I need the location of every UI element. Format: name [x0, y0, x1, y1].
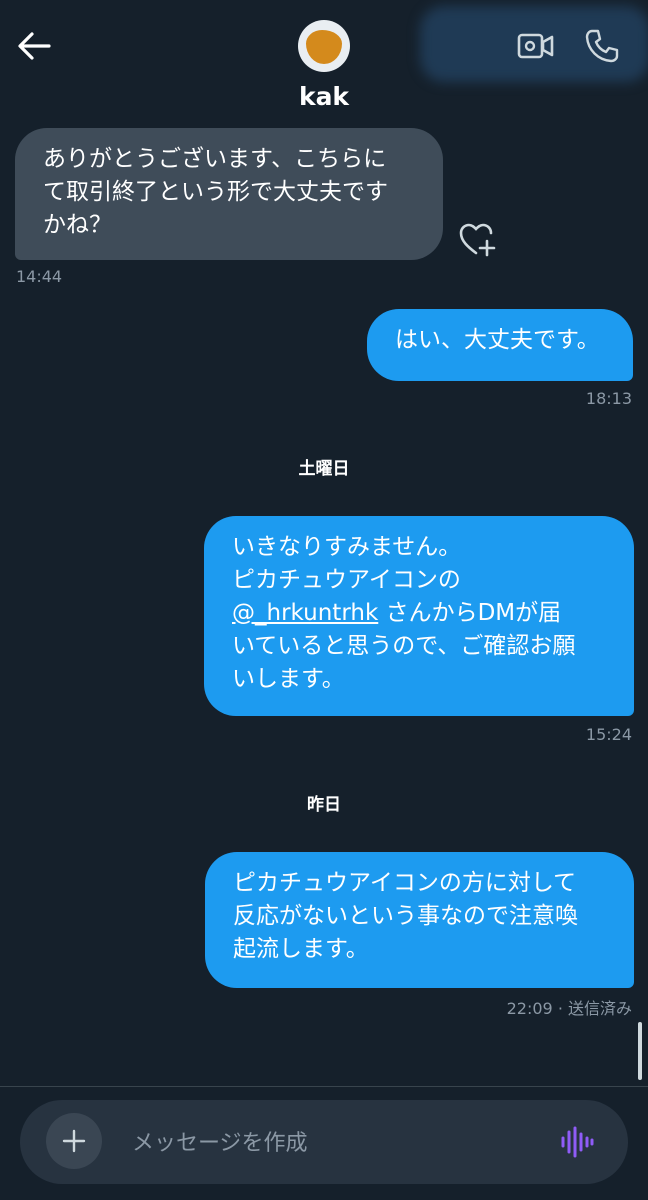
contact-name[interactable]: kak: [0, 82, 648, 111]
back-arrow-icon: [18, 32, 51, 60]
composer-divider: [0, 1086, 648, 1087]
video-call-button[interactable]: [514, 26, 558, 66]
day-separator: 昨日: [307, 795, 341, 815]
user-mention-link[interactable]: @_hrkuntrhk: [232, 600, 378, 626]
add-attachment-button[interactable]: [46, 1113, 102, 1169]
message-bubble-outgoing[interactable]: いきなりすみません。 ピカチュウアイコンの @_hrkuntrhk さんからDM…: [204, 516, 634, 716]
conversation-header: kak: [0, 0, 648, 128]
heart-plus-icon: [459, 223, 496, 257]
voice-message-button[interactable]: [560, 1124, 604, 1160]
message-bubble-outgoing[interactable]: はい、大丈夫です。: [367, 309, 633, 381]
avatar-image: [306, 30, 342, 64]
voice-call-button[interactable]: [580, 24, 624, 68]
message-input[interactable]: [130, 1122, 534, 1164]
message-timestamp: 15:24: [585, 725, 632, 744]
message-bubble-outgoing[interactable]: ピカチュウアイコンの方に対して 反応がないという事なので注意喚 起流します。: [205, 852, 634, 988]
scrollbar[interactable]: [638, 1022, 642, 1080]
message-composer: [20, 1100, 628, 1184]
plus-icon: [62, 1129, 86, 1153]
message-bubble-incoming[interactable]: ありがとうございます、こちらに て取引終了という形で大丈夫です かね？: [15, 128, 443, 260]
back-button[interactable]: [14, 26, 54, 66]
phone-icon: [585, 29, 619, 63]
avatar[interactable]: [298, 20, 350, 72]
message-timestamp: 14:44: [16, 267, 63, 286]
message-timestamp: 18:13: [585, 389, 632, 408]
day-separator: 土曜日: [298, 459, 350, 479]
voice-waveform-icon: [561, 1126, 594, 1158]
add-reaction-button[interactable]: [458, 222, 496, 258]
video-camera-icon: [517, 33, 554, 59]
message-text: いきなりすみません。 ピカチュウアイコンの: [232, 534, 462, 593]
message-timestamp: 22:09 · 送信済み: [506, 999, 632, 1018]
